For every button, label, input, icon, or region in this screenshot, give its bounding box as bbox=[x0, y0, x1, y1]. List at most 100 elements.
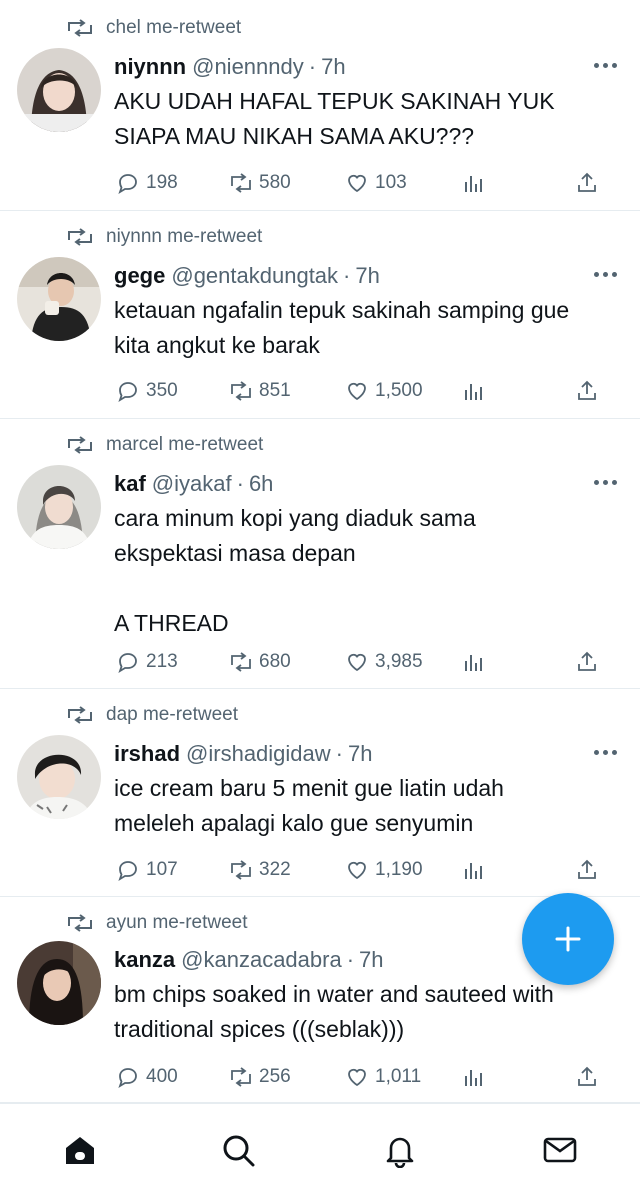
mail-icon bbox=[543, 1137, 577, 1163]
tweet-header: irshad @irshadigidaw · 7h bbox=[114, 741, 372, 771]
tweet-header: niynnn @niennndy · 7h bbox=[114, 54, 346, 84]
heart-icon bbox=[348, 382, 366, 401]
reply-button[interactable]: 107 bbox=[116, 855, 178, 885]
share-button[interactable] bbox=[575, 855, 605, 885]
bell-icon bbox=[386, 1137, 414, 1168]
retweet-button[interactable]: 680 bbox=[229, 647, 291, 677]
retweet-icon bbox=[68, 228, 92, 246]
views-button[interactable] bbox=[461, 855, 491, 885]
display-name[interactable]: gege bbox=[114, 263, 165, 289]
retweeted-by-label: dap me-retweet bbox=[106, 704, 239, 725]
reply-icon bbox=[118, 861, 137, 882]
like-button[interactable]: 3,985 bbox=[345, 647, 423, 677]
like-count: 3,985 bbox=[375, 651, 423, 672]
retweet-indicator: ayun me-retweet bbox=[66, 911, 248, 935]
tweet[interactable]: chel me-retweet niynnn @niennndy · 7h AK… bbox=[0, 0, 640, 211]
heart-icon bbox=[348, 861, 366, 880]
reply-count: 107 bbox=[146, 859, 178, 880]
reply-count: 213 bbox=[146, 651, 178, 672]
tweet-actions: 198 580 103 bbox=[116, 168, 606, 198]
reply-icon bbox=[118, 174, 137, 195]
tweet-actions: 107 322 1,190 bbox=[116, 855, 606, 885]
retweet-button[interactable]: 322 bbox=[229, 855, 291, 885]
nav-notifications[interactable] bbox=[380, 1130, 420, 1170]
share-button[interactable] bbox=[575, 168, 605, 198]
reply-button[interactable]: 400 bbox=[116, 1062, 178, 1092]
retweeted-by-label: ayun me-retweet bbox=[106, 912, 248, 933]
timestamp[interactable]: 7h bbox=[321, 54, 345, 80]
retweet-icon bbox=[231, 173, 251, 193]
more-icon[interactable] bbox=[594, 60, 618, 70]
reply-icon bbox=[118, 653, 137, 674]
user-handle[interactable]: @iyakaf bbox=[152, 471, 232, 497]
more-icon[interactable] bbox=[594, 269, 618, 279]
plus-icon bbox=[555, 926, 581, 952]
tweet-text: cara minum kopi yang diaduk sama ekspekt… bbox=[114, 505, 476, 636]
display-name[interactable]: kanza bbox=[114, 947, 175, 973]
retweet-button[interactable]: 580 bbox=[229, 168, 291, 198]
views-icon bbox=[465, 176, 482, 192]
like-button[interactable]: 1,190 bbox=[345, 855, 423, 885]
user-handle[interactable]: @irshadigidaw bbox=[186, 741, 331, 767]
user-handle[interactable]: @gentakdungtak bbox=[171, 263, 338, 289]
heart-icon bbox=[348, 174, 366, 193]
user-handle[interactable]: @kanzacadabra bbox=[181, 947, 342, 973]
views-button[interactable] bbox=[461, 168, 491, 198]
retweet-indicator: dap me-retweet bbox=[66, 703, 238, 727]
tweet-actions: 213 680 3,985 bbox=[116, 647, 606, 677]
retweet-icon bbox=[231, 860, 251, 880]
display-name[interactable]: niynnn bbox=[114, 54, 186, 80]
share-button[interactable] bbox=[575, 647, 605, 677]
reply-count: 400 bbox=[146, 1066, 178, 1087]
like-button[interactable]: 1,011 bbox=[345, 1062, 421, 1092]
reply-button[interactable]: 198 bbox=[116, 168, 178, 198]
dot-separator: · bbox=[335, 741, 343, 766]
compose-button[interactable] bbox=[522, 893, 614, 985]
timestamp[interactable]: 7h bbox=[355, 263, 379, 289]
user-handle[interactable]: @niennndy bbox=[192, 54, 304, 80]
nav-home[interactable] bbox=[60, 1130, 100, 1170]
display-name[interactable]: irshad bbox=[114, 741, 180, 767]
retweet-button[interactable]: 256 bbox=[229, 1062, 291, 1092]
avatar[interactable] bbox=[17, 941, 101, 1025]
timestamp[interactable]: 7h bbox=[359, 947, 383, 973]
avatar[interactable] bbox=[17, 48, 101, 132]
reply-count: 198 bbox=[146, 172, 178, 193]
avatar[interactable] bbox=[17, 257, 101, 341]
views-icon bbox=[465, 384, 482, 400]
retweet-icon bbox=[231, 381, 251, 401]
retweet-count: 256 bbox=[259, 1066, 291, 1087]
more-icon[interactable] bbox=[594, 747, 618, 757]
retweet-indicator: chel me-retweet bbox=[66, 16, 241, 40]
reply-button[interactable]: 350 bbox=[116, 376, 178, 406]
reply-button[interactable]: 213 bbox=[116, 647, 178, 677]
retweet-count: 580 bbox=[259, 172, 291, 193]
retweet-count: 851 bbox=[259, 380, 291, 401]
share-button[interactable] bbox=[575, 376, 605, 406]
avatar[interactable] bbox=[17, 465, 101, 549]
timestamp[interactable]: 6h bbox=[249, 471, 273, 497]
retweet-indicator: niynnn me-retweet bbox=[66, 225, 262, 249]
tweet[interactable]: niynnn me-retweet gege @gentakdungtak · … bbox=[0, 211, 640, 419]
retweet-icon bbox=[231, 652, 251, 672]
tweet[interactable]: marcel me-retweet kaf @iyakaf · 6h cara … bbox=[0, 419, 640, 689]
display-name[interactable]: kaf bbox=[114, 471, 146, 497]
avatar[interactable] bbox=[17, 735, 101, 819]
share-button[interactable] bbox=[575, 1062, 605, 1092]
timestamp[interactable]: 7h bbox=[348, 741, 372, 767]
more-icon[interactable] bbox=[594, 477, 618, 487]
tweet[interactable]: dap me-retweet irshad @irshadigidaw · 7h… bbox=[0, 689, 640, 897]
retweet-icon bbox=[68, 914, 92, 932]
views-button[interactable] bbox=[461, 376, 491, 406]
share-icon bbox=[578, 172, 596, 192]
nav-search[interactable] bbox=[218, 1130, 258, 1170]
views-button[interactable] bbox=[461, 1062, 491, 1092]
nav-messages[interactable] bbox=[540, 1130, 580, 1170]
views-button[interactable] bbox=[461, 647, 491, 677]
like-button[interactable]: 103 bbox=[345, 168, 407, 198]
retweet-button[interactable]: 851 bbox=[229, 376, 291, 406]
like-button[interactable]: 1,500 bbox=[345, 376, 423, 406]
tweet-header: gege @gentakdungtak · 7h bbox=[114, 263, 380, 293]
bottom-nav bbox=[0, 1103, 640, 1200]
retweet-icon bbox=[68, 706, 92, 724]
